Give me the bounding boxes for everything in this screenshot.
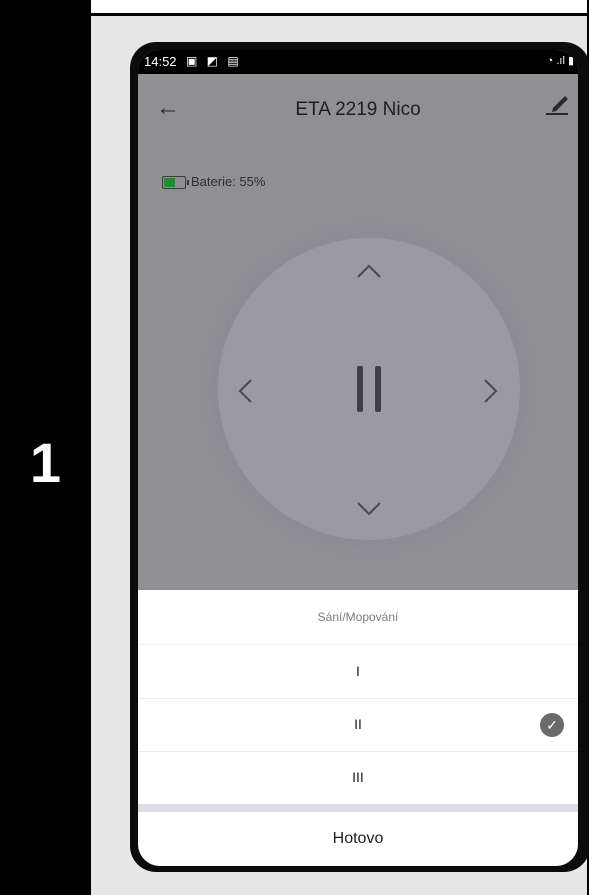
phone-screen: 14:52 ▣ ◩ ▤ ◔ .ıl ▮ ← ETA 2219 Nico Bate… bbox=[138, 50, 578, 866]
arrow-left-icon[interactable] bbox=[236, 376, 254, 406]
pause-bar-right bbox=[375, 366, 381, 412]
checkmark-icon: ✓ bbox=[540, 713, 564, 737]
option-level-2[interactable]: II ✓ bbox=[138, 698, 578, 752]
direction-pad bbox=[218, 238, 520, 540]
arrow-right-icon[interactable] bbox=[482, 376, 500, 406]
status-bar: 14:52 ▣ ◩ ▤ ◔ .ıl ▮ bbox=[138, 50, 578, 74]
battery-tip bbox=[187, 180, 189, 186]
option-label: II bbox=[354, 716, 362, 732]
arrow-down-icon[interactable] bbox=[354, 500, 384, 518]
battery-level-fill bbox=[164, 178, 175, 188]
notification-icons: ▣ ◩ ▤ bbox=[186, 54, 242, 68]
pencil-icon[interactable] bbox=[544, 92, 570, 116]
status-time: 14:52 bbox=[144, 54, 177, 69]
option-label: III bbox=[352, 769, 364, 785]
sheet-title: Sání/Mopování bbox=[138, 590, 578, 645]
done-button[interactable]: Hotovo bbox=[138, 812, 578, 866]
app-header: ← ETA 2219 Nico bbox=[138, 74, 578, 138]
pause-icon[interactable] bbox=[349, 366, 389, 412]
pause-bar-left bbox=[357, 366, 363, 412]
signal-icons: ◔ .ıl ▮ bbox=[546, 55, 574, 67]
sheet-divider bbox=[138, 804, 578, 812]
option-level-1[interactable]: I bbox=[138, 645, 578, 699]
battery-label: Baterie: 55% bbox=[191, 174, 266, 189]
page-title: ETA 2219 Nico bbox=[295, 99, 421, 120]
option-level-3[interactable]: III bbox=[138, 751, 578, 804]
option-label: I bbox=[356, 663, 360, 679]
arrow-up-icon[interactable] bbox=[354, 262, 384, 280]
battery-status: Baterie: 55% bbox=[162, 174, 266, 190]
suction-mop-sheet: Sání/Mopování I II ✓ III Hotovo bbox=[138, 590, 578, 866]
step-number: 1 bbox=[29, 431, 62, 494]
battery-icon bbox=[162, 176, 189, 190]
